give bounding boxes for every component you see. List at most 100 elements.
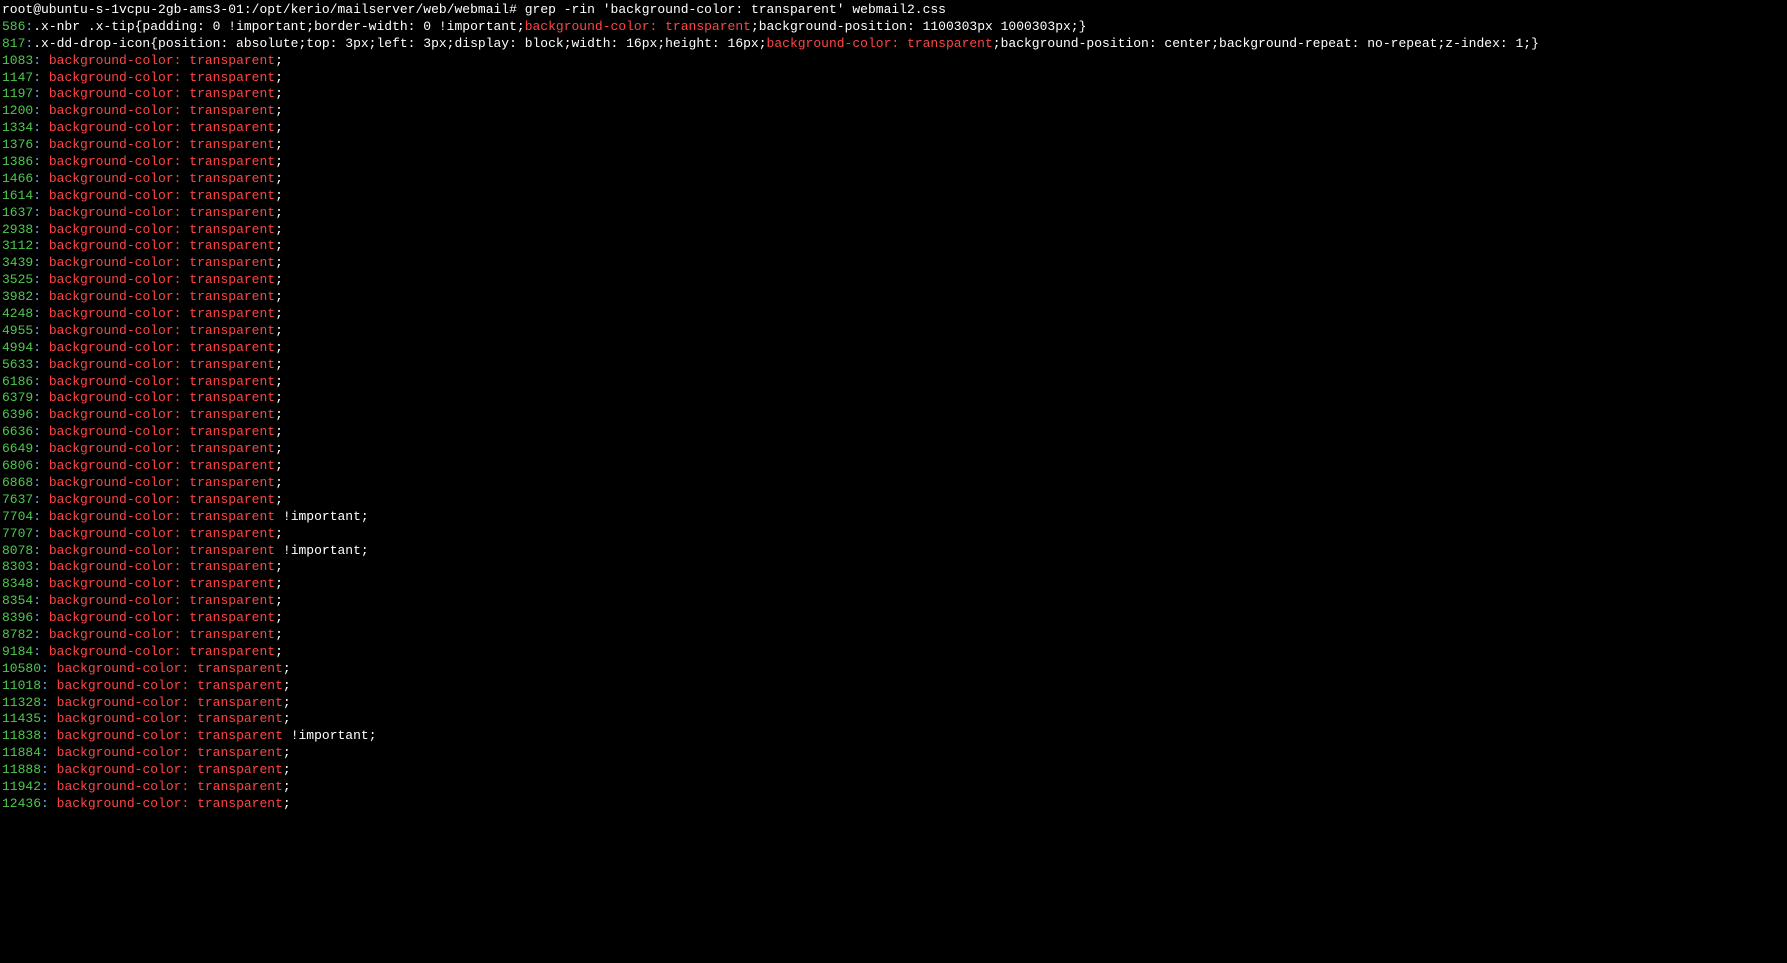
grep-match: background-color: transparent bbox=[49, 154, 275, 169]
grep-result-line: 7707: background-color: transparent; bbox=[2, 526, 1785, 543]
prompt-separator: : bbox=[244, 2, 252, 17]
grep-result-line: 11942: background-color: transparent; bbox=[2, 779, 1785, 796]
code-suffix: ; bbox=[283, 796, 291, 811]
colon-separator: : bbox=[33, 323, 41, 338]
prompt-path: /opt/kerio/mailserver/web/webmail bbox=[252, 2, 509, 17]
line-number: 6186 bbox=[2, 374, 33, 389]
grep-result-line: 6649: background-color: transparent; bbox=[2, 441, 1785, 458]
colon-separator: : bbox=[33, 272, 41, 287]
code-suffix: ; bbox=[275, 357, 283, 372]
line-number: 1083 bbox=[2, 53, 33, 68]
code-suffix: ; bbox=[283, 678, 291, 693]
grep-match: background-color: transparent bbox=[49, 543, 275, 558]
colon-separator: : bbox=[33, 53, 41, 68]
colon-separator: : bbox=[33, 222, 41, 237]
colon-separator: : bbox=[33, 374, 41, 389]
grep-match: background-color: transparent bbox=[49, 255, 275, 270]
grep-result-line: 1083: background-color: transparent; bbox=[2, 53, 1785, 70]
grep-result-line: 7637: background-color: transparent; bbox=[2, 492, 1785, 509]
grep-result-line: 7704: background-color: transparent !imp… bbox=[2, 509, 1785, 526]
grep-match: background-color: transparent bbox=[49, 424, 275, 439]
grep-match: background-color: transparent bbox=[49, 205, 275, 220]
code-suffix: !important; bbox=[275, 509, 369, 524]
line-number: 7637 bbox=[2, 492, 33, 507]
code-suffix: ; bbox=[275, 306, 283, 321]
code-suffix: ; bbox=[283, 745, 291, 760]
code-suffix: ; bbox=[275, 576, 283, 591]
colon-separator: : bbox=[33, 526, 41, 541]
line-number: 7704 bbox=[2, 509, 33, 524]
terminal-output[interactable]: root@ubuntu-s-1vcpu-2gb-ams3-01:/opt/ker… bbox=[2, 2, 1785, 813]
grep-match: background-color: transparent bbox=[49, 53, 275, 68]
colon-separator: : bbox=[33, 593, 41, 608]
grep-result-line: 8303: background-color: transparent; bbox=[2, 559, 1785, 576]
grep-match: background-color: transparent bbox=[49, 120, 275, 135]
grep-match: background-color: transparent bbox=[57, 695, 283, 710]
code-suffix: ; bbox=[275, 458, 283, 473]
line-number: 3982 bbox=[2, 289, 33, 304]
colon-separator: : bbox=[33, 70, 41, 85]
code-before-match: .x-nbr .x-tip{padding: 0 !important;bord… bbox=[33, 19, 524, 34]
code-suffix: ; bbox=[275, 526, 283, 541]
grep-result-line: 11328: background-color: transparent; bbox=[2, 695, 1785, 712]
grep-match: background-color: transparent bbox=[49, 509, 275, 524]
shell-prompt-line: root@ubuntu-s-1vcpu-2gb-ams3-01:/opt/ker… bbox=[2, 2, 1785, 19]
grep-result-line: 6396: background-color: transparent; bbox=[2, 407, 1785, 424]
grep-result-line: 1197: background-color: transparent; bbox=[2, 86, 1785, 103]
grep-match: background-color: transparent bbox=[49, 103, 275, 118]
line-number: 9184 bbox=[2, 644, 33, 659]
line-number: 1376 bbox=[2, 137, 33, 152]
grep-match: background-color: transparent bbox=[49, 222, 275, 237]
grep-result-line: 4994: background-color: transparent; bbox=[2, 340, 1785, 357]
grep-result-line: 586:.x-nbr .x-tip{padding: 0 !important;… bbox=[2, 19, 1785, 36]
grep-match: background-color: transparent bbox=[49, 458, 275, 473]
grep-match: background-color: transparent bbox=[49, 272, 275, 287]
code-suffix: !important; bbox=[283, 728, 377, 743]
colon-separator: : bbox=[33, 120, 41, 135]
indent-space bbox=[49, 711, 57, 726]
grep-match: background-color: transparent bbox=[57, 779, 283, 794]
indent-space bbox=[49, 779, 57, 794]
indent-space bbox=[41, 154, 49, 169]
indent-space bbox=[41, 289, 49, 304]
grep-result-line: 3439: background-color: transparent; bbox=[2, 255, 1785, 272]
code-suffix: ; bbox=[275, 407, 283, 422]
line-number: 11435 bbox=[2, 711, 41, 726]
grep-result-line: 11884: background-color: transparent; bbox=[2, 745, 1785, 762]
code-suffix: ; bbox=[275, 70, 283, 85]
colon-separator: : bbox=[33, 610, 41, 625]
grep-match: background-color: transparent bbox=[49, 137, 275, 152]
code-suffix: ; bbox=[275, 340, 283, 355]
grep-match: background-color: transparent bbox=[49, 593, 275, 608]
indent-space bbox=[41, 543, 49, 558]
grep-match: background-color: transparent bbox=[49, 374, 275, 389]
indent-space bbox=[41, 559, 49, 574]
colon-separator: : bbox=[41, 678, 49, 693]
grep-match: background-color: transparent bbox=[57, 711, 283, 726]
colon-separator: : bbox=[33, 86, 41, 101]
colon-separator: : bbox=[33, 154, 41, 169]
line-number: 8396 bbox=[2, 610, 33, 625]
code-suffix: ; bbox=[275, 610, 283, 625]
grep-result-line: 4955: background-color: transparent; bbox=[2, 323, 1785, 340]
code-suffix: ; bbox=[275, 86, 283, 101]
grep-match: background-color: transparent bbox=[49, 70, 275, 85]
line-number: 11328 bbox=[2, 695, 41, 710]
line-number: 1334 bbox=[2, 120, 33, 135]
line-number: 1197 bbox=[2, 86, 33, 101]
colon-separator: : bbox=[33, 458, 41, 473]
indent-space bbox=[41, 576, 49, 591]
colon-separator: : bbox=[33, 390, 41, 405]
indent-space bbox=[49, 678, 57, 693]
indent-space bbox=[49, 661, 57, 676]
line-number: 1637 bbox=[2, 205, 33, 220]
code-suffix: ; bbox=[275, 103, 283, 118]
line-number: 817 bbox=[2, 36, 25, 51]
grep-result-line: 4248: background-color: transparent; bbox=[2, 306, 1785, 323]
indent-space bbox=[41, 441, 49, 456]
grep-match: background-color: transparent bbox=[49, 526, 275, 541]
code-after-match: ;background-position: center;background-… bbox=[993, 36, 1539, 51]
line-number: 5633 bbox=[2, 357, 33, 372]
colon-separator: : bbox=[33, 543, 41, 558]
indent-space bbox=[41, 610, 49, 625]
